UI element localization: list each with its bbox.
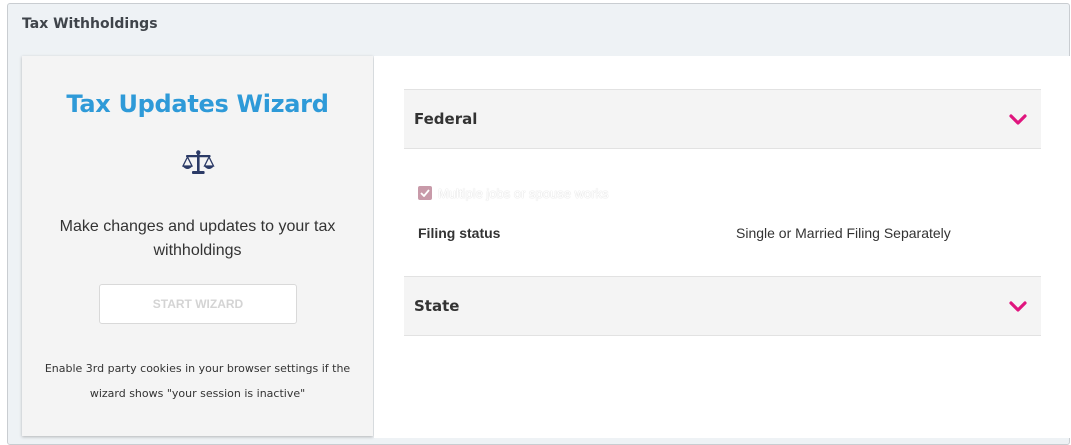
wizard-title: Tax Updates Wizard: [66, 90, 329, 118]
wizard-description: Make changes and updates to your tax wit…: [59, 218, 336, 259]
scale-icon: [181, 150, 215, 174]
filing-status-label: Filing status: [418, 225, 501, 241]
filing-status-value: Single or Married Filing Separately: [736, 225, 951, 241]
chevron-down-icon[interactable]: [1009, 114, 1027, 126]
state-accordion-header[interactable]: State: [404, 276, 1041, 336]
multiple-jobs-label: Multiple jobs or spouse works: [438, 186, 609, 201]
start-wizard-button[interactable]: START WIZARD: [99, 284, 297, 324]
federal-accordion-header[interactable]: Federal: [404, 89, 1041, 149]
state-label: State: [414, 297, 460, 315]
checkmark-icon: [420, 189, 430, 197]
tax-withholdings-panel: Tax Withholdings Tax Updates Wizard Make…: [7, 3, 1071, 445]
wizard-sidebar: Tax Updates Wizard Make changes and upda…: [22, 56, 373, 436]
multiple-jobs-checkbox[interactable]: [418, 186, 432, 200]
federal-label: Federal: [414, 110, 478, 128]
chevron-down-icon[interactable]: [1009, 301, 1027, 313]
withholdings-content: Federal Multiple jobs or spouse works Fi…: [374, 56, 1071, 438]
panel-title: Tax Withholdings: [22, 16, 158, 32]
cookie-note: Enable 3rd party cookies in your browser…: [44, 362, 351, 400]
